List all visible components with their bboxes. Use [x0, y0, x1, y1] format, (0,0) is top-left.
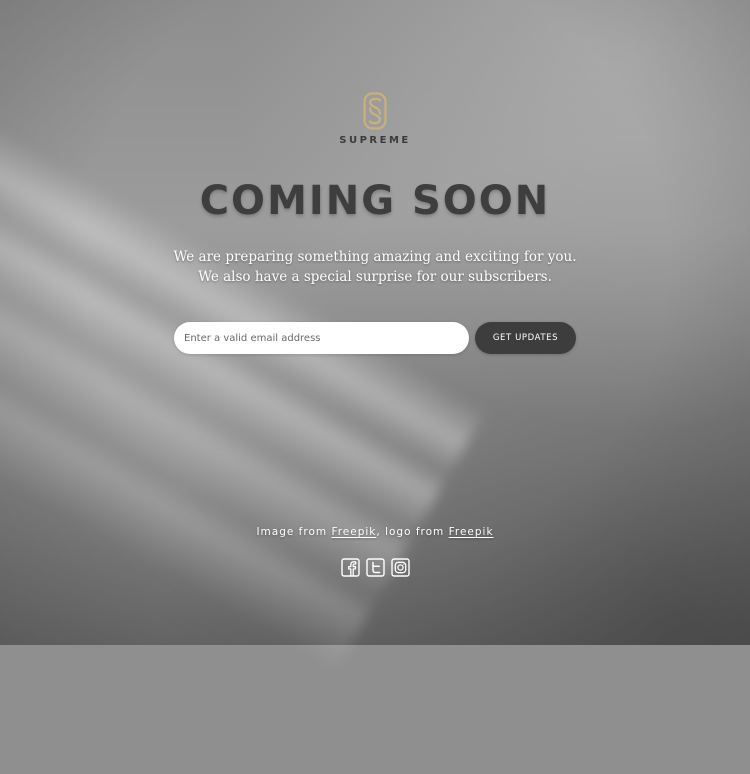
twitter-link[interactable] — [365, 558, 385, 577]
page-title: COMING SOON — [199, 178, 551, 224]
credits-middle: , logo from — [376, 526, 449, 538]
twitter-icon — [365, 558, 385, 577]
subscribe-form: GET UPDATES — [174, 322, 576, 354]
instagram-icon — [390, 558, 410, 577]
brand-logo[interactable]: SUPREME — [0, 92, 750, 146]
page-content: SUPREME COMING SOON We are preparing som… — [0, 0, 750, 645]
page-subtitle: We are preparing something amazing and e… — [173, 249, 577, 285]
s-monogram-icon — [363, 92, 387, 130]
get-updates-button[interactable]: GET UPDATES — [475, 322, 576, 354]
email-input[interactable] — [174, 322, 469, 354]
instagram-link[interactable] — [390, 558, 410, 577]
freepik-image-link[interactable]: Freepik — [331, 526, 376, 538]
facebook-link[interactable] — [340, 558, 360, 577]
credits-prefix: Image from — [256, 526, 332, 538]
image-credits: Image from Freepik, logo from Freepik — [0, 526, 750, 538]
brand-name: SUPREME — [339, 135, 411, 146]
facebook-icon — [340, 558, 360, 577]
freepik-logo-link[interactable]: Freepik — [449, 526, 494, 538]
social-links — [0, 558, 750, 577]
